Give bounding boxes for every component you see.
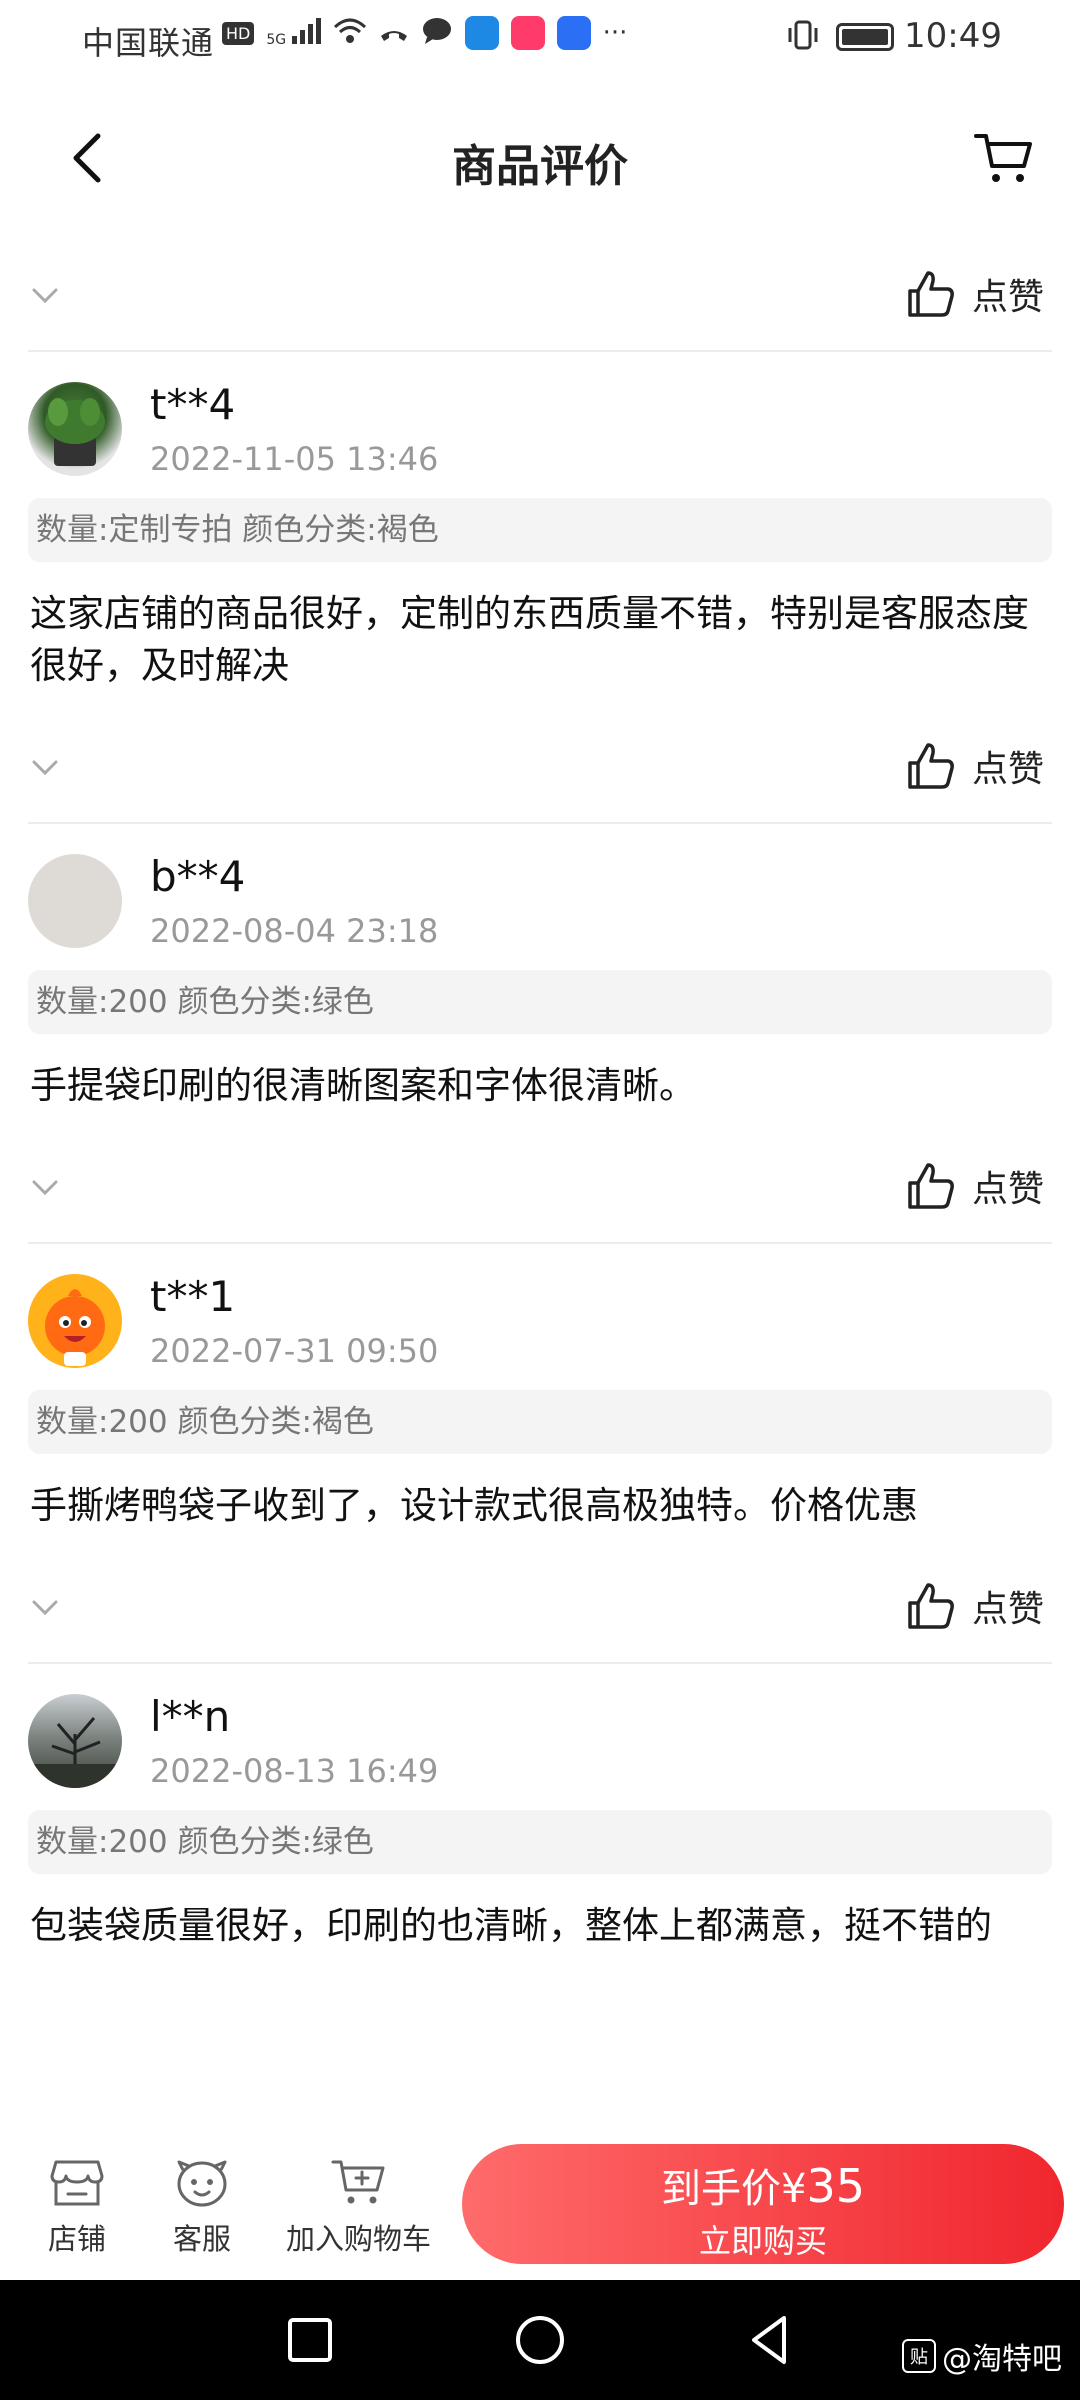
review-item: t**1 2022-07-31 09:50 数量:200 颜色分类:褐色 手撕烤… bbox=[0, 1244, 1080, 1664]
recent-apps-icon[interactable] bbox=[280, 2310, 340, 2370]
review-timestamp: 2022-08-04 23:18 bbox=[150, 912, 439, 950]
review-user-row: b**4 2022-08-04 23:18 bbox=[0, 824, 1080, 970]
review-item: t**4 2022-11-05 13:46 数量:定制专拍 颜色分类:褐色 这家… bbox=[0, 352, 1080, 824]
chevron-down-icon[interactable] bbox=[30, 280, 60, 310]
like-label: 点赞 bbox=[971, 749, 1044, 790]
status-icons: HD 5G ··· bbox=[222, 16, 627, 50]
home-icon[interactable] bbox=[510, 2310, 570, 2370]
avatar[interactable] bbox=[28, 1274, 122, 1368]
buy-now-label: 立即购买 bbox=[698, 2222, 827, 2260]
bulb-notification-icon bbox=[556, 16, 591, 50]
watermark-logo-icon: 贴 bbox=[902, 2339, 936, 2373]
spec-tag: 数量:200 颜色分类:褐色 bbox=[28, 1390, 1052, 1454]
vibrate-icon bbox=[786, 20, 820, 54]
wifi-icon bbox=[333, 17, 367, 49]
like-label: 点赞 bbox=[971, 1169, 1044, 1210]
like-label: 点赞 bbox=[971, 1589, 1044, 1630]
buy-price: 到手价¥35 bbox=[462, 2144, 1064, 2214]
shop-label: 店铺 bbox=[48, 2222, 107, 2256]
page-title: 商品评价 bbox=[452, 141, 628, 192]
service-label: 客服 bbox=[173, 2222, 232, 2256]
username: t**4 bbox=[150, 380, 236, 429]
username: t**1 bbox=[150, 1272, 236, 1321]
avatar[interactable] bbox=[28, 382, 122, 476]
hd-badge: HD bbox=[222, 21, 255, 45]
buy-now-button[interactable]: 到手价¥35 立即购买 bbox=[462, 2144, 1064, 2264]
review-timestamp: 2022-11-05 13:46 bbox=[150, 440, 439, 478]
review-user-row: t**1 2022-07-31 09:50 bbox=[0, 1244, 1080, 1390]
shop-button[interactable]: 店铺 bbox=[48, 2158, 106, 2258]
review-item: l**n 2022-08-13 16:49 数量:200 颜色分类:绿色 包装袋… bbox=[0, 1664, 1080, 1952]
chat-face-icon bbox=[177, 2160, 227, 2207]
username: b**4 bbox=[150, 852, 246, 901]
like-button[interactable]: 点赞 bbox=[906, 268, 1044, 320]
add-cart-label: 加入购物车 bbox=[286, 2222, 432, 2256]
review-text: 这家店铺的商品很好，定制的东西质量不错，特别是客服态度很好，及时解决 bbox=[30, 592, 1029, 687]
message-icon bbox=[421, 17, 453, 49]
status-right-icons bbox=[786, 20, 894, 54]
more-icon: ··· bbox=[602, 18, 628, 48]
avatar[interactable] bbox=[28, 1694, 122, 1788]
spec-tag: 数量:200 颜色分类:绿色 bbox=[28, 1810, 1052, 1874]
review-text: 手撕烤鸭袋子收到了，设计款式很高极独特。价格优惠 bbox=[30, 1484, 918, 1527]
chevron-down-icon[interactable] bbox=[30, 752, 60, 782]
like-button[interactable]: 点赞 bbox=[906, 1580, 1044, 1632]
carrier-label: 中国联通 bbox=[82, 24, 215, 62]
review-user-row: l**n 2022-08-13 16:49 bbox=[0, 1664, 1080, 1810]
watermark: 贴 @淘特吧 bbox=[902, 2334, 1062, 2378]
review-actions: 点赞 bbox=[0, 1552, 1080, 1662]
back-nav-icon[interactable] bbox=[740, 2310, 800, 2370]
review-timestamp: 2022-07-31 09:50 bbox=[150, 1332, 439, 1370]
avatar[interactable] bbox=[28, 854, 122, 948]
thumbs-up-icon bbox=[908, 743, 954, 789]
spec-tag: 数量:定制专拍 颜色分类:褐色 bbox=[28, 498, 1052, 562]
bottom-action-bar: 店铺 客服 加入购物车 到手价¥35 立即购买 bbox=[0, 2128, 1080, 2280]
watermark-text: @淘特吧 bbox=[942, 2342, 1062, 2377]
customer-service-button[interactable]: 客服 bbox=[173, 2158, 231, 2258]
thumbs-up-icon bbox=[908, 1163, 954, 1209]
like-button[interactable]: 点赞 bbox=[906, 1160, 1044, 1212]
review-timestamp: 2022-08-13 16:49 bbox=[150, 1752, 439, 1790]
review-item: b**4 2022-08-04 23:18 数量:200 颜色分类:绿色 手提袋… bbox=[0, 824, 1080, 1244]
system-navigation-bar: 贴 @淘特吧 bbox=[0, 2280, 1080, 2400]
price-value: 35 bbox=[806, 2159, 865, 2213]
review-text: 手提袋印刷的很清晰图案和字体很清晰。 bbox=[30, 1064, 696, 1107]
chevron-down-icon[interactable] bbox=[30, 1592, 60, 1622]
review-user-row: t**4 2022-11-05 13:46 bbox=[0, 352, 1080, 498]
app-notification-icon bbox=[464, 16, 499, 50]
review-actions: 点赞 bbox=[0, 712, 1080, 822]
status-bar: 中国联通 HD 5G ··· 10:49 bbox=[0, 0, 1080, 72]
username: l**n bbox=[150, 1692, 231, 1741]
review-text: 包装袋质量很好，印刷的也清晰，整体上都满意，挺不错的 bbox=[30, 1904, 992, 1947]
price-prefix: 到手价¥ bbox=[661, 2166, 807, 2212]
like-label: 点赞 bbox=[971, 277, 1044, 318]
clock: 10:49 bbox=[904, 16, 1002, 56]
header: 商品评价 bbox=[0, 100, 1080, 220]
review-actions: 点赞 bbox=[0, 240, 1080, 350]
shop-icon bbox=[50, 2160, 104, 2206]
spec-tag: 数量:200 颜色分类:绿色 bbox=[28, 970, 1052, 1034]
cart-button[interactable] bbox=[972, 126, 1036, 190]
missed-call-icon bbox=[379, 18, 409, 48]
signal-icon: 5G bbox=[266, 18, 321, 48]
thumbs-up-icon bbox=[908, 271, 954, 317]
add-cart-icon bbox=[331, 2160, 384, 2204]
chevron-down-icon[interactable] bbox=[30, 1172, 60, 1202]
cart-icon bbox=[974, 134, 1032, 182]
add-to-cart-button[interactable]: 加入购物车 bbox=[286, 2158, 431, 2258]
review-list: 点赞 t**4 2022-11-05 13:46 数量:定制专拍 颜色分类:褐色… bbox=[0, 240, 1080, 1952]
review-actions: 点赞 bbox=[0, 1132, 1080, 1242]
like-button[interactable]: 点赞 bbox=[906, 740, 1044, 792]
thumbs-up-icon bbox=[908, 1583, 954, 1629]
battery-icon bbox=[836, 23, 894, 51]
taobao-notification-icon bbox=[510, 16, 545, 50]
